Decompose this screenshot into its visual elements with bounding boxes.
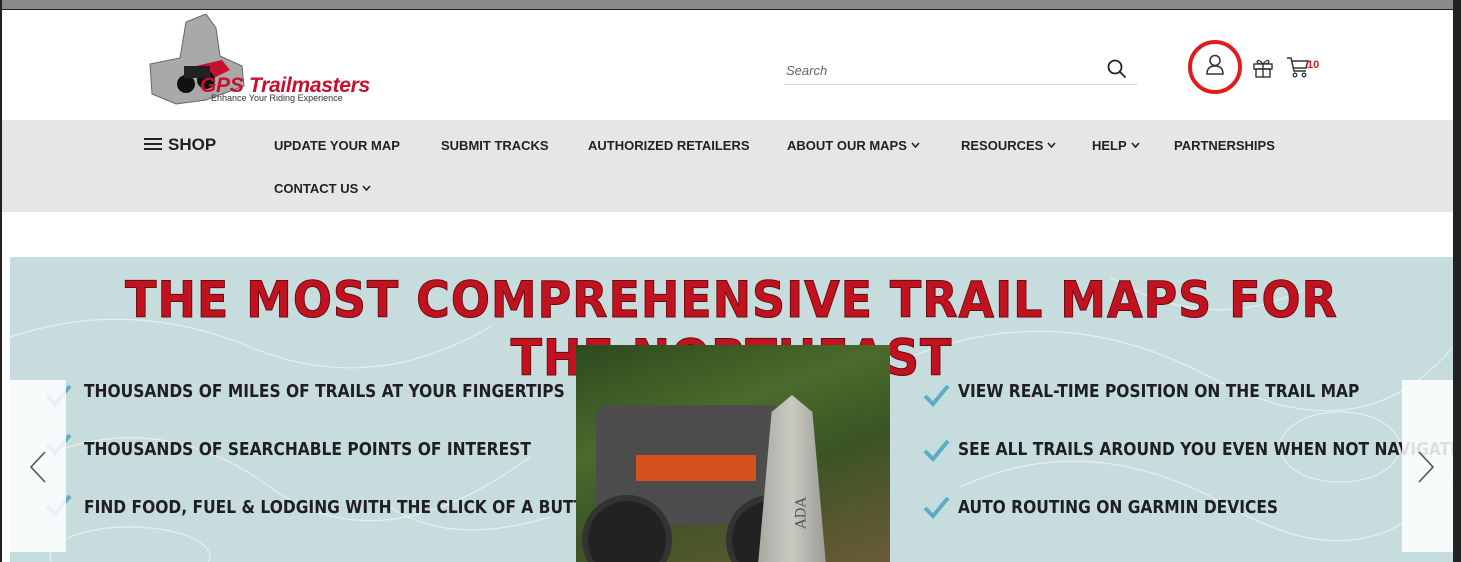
feature-left-2: THOUSANDS OF SEARCHABLE POINTS OF INTERE… (84, 439, 531, 460)
hero-banner[interactable]: THE MOST COMPREHENSIVE TRAIL MAPS FOR TH… (10, 257, 1453, 562)
nav-submit-tracks[interactable]: SUBMIT TRACKS (441, 138, 549, 153)
nav-about-our-maps[interactable]: ABOUT OUR MAPS (787, 138, 920, 153)
gift-icon[interactable] (1252, 56, 1274, 78)
feature-left-3: FIND FOOD, FUEL & LODGING WITH THE CLICK… (84, 497, 611, 518)
chevron-down-icon (1047, 142, 1056, 148)
monument-text: ADA (793, 497, 810, 529)
window-frame-line (0, 9, 1461, 10)
window-frame-left (0, 0, 2, 562)
feature-right-1: VIEW REAL-TIME POSITION ON THE TRAIL MAP (958, 381, 1360, 402)
search-bar (784, 56, 1138, 85)
search-icon[interactable] (1106, 58, 1128, 80)
shop-menu-button[interactable]: SHOP (144, 135, 216, 155)
user-icon[interactable] (1205, 54, 1225, 76)
feature-left-1: THOUSANDS OF MILES OF TRAILS AT YOUR FIN… (84, 381, 565, 402)
cart-count-badge: 10 (1307, 59, 1320, 71)
window-frame-right (1453, 0, 1461, 562)
nav-help[interactable]: HELP (1092, 138, 1140, 153)
carousel-next-button[interactable] (1402, 380, 1453, 552)
check-icon (923, 496, 950, 519)
feature-right-2: SEE ALL TRAILS AROUND YOU EVEN WHEN NOT … (958, 439, 1453, 460)
nav-partnerships[interactable]: PARTNERSHIPS (1174, 138, 1275, 153)
main-navigation (2, 120, 1453, 212)
hamburger-icon (144, 137, 162, 150)
window-frame-top (0, 0, 1461, 9)
chevron-down-icon (1131, 142, 1140, 148)
shop-label: SHOP (168, 135, 217, 154)
brand-tagline: Enhance Your Riding Experience (211, 93, 343, 103)
hero-photo: ADA (576, 345, 890, 562)
nav-update-your-map[interactable]: UPDATE YOUR MAP (274, 138, 400, 153)
nav-resources[interactable]: RESOURCES (961, 138, 1056, 153)
check-icon (923, 439, 950, 462)
utv-panel (636, 455, 756, 481)
feature-right-3: AUTO ROUTING ON GARMIN DEVICES (958, 497, 1279, 518)
chevron-right-icon (1418, 451, 1435, 483)
chevron-down-icon (362, 185, 371, 191)
carousel-prev-button[interactable] (10, 380, 66, 552)
nav-authorized-retailers[interactable]: AUTHORIZED RETAILERS (588, 138, 750, 153)
chevron-down-icon (911, 142, 920, 148)
check-icon (923, 384, 950, 407)
chevron-left-icon (29, 451, 46, 483)
search-input[interactable] (784, 58, 1088, 82)
nav-contact-us[interactable]: CONTACT US (274, 181, 371, 196)
account-button[interactable] (1188, 40, 1248, 100)
